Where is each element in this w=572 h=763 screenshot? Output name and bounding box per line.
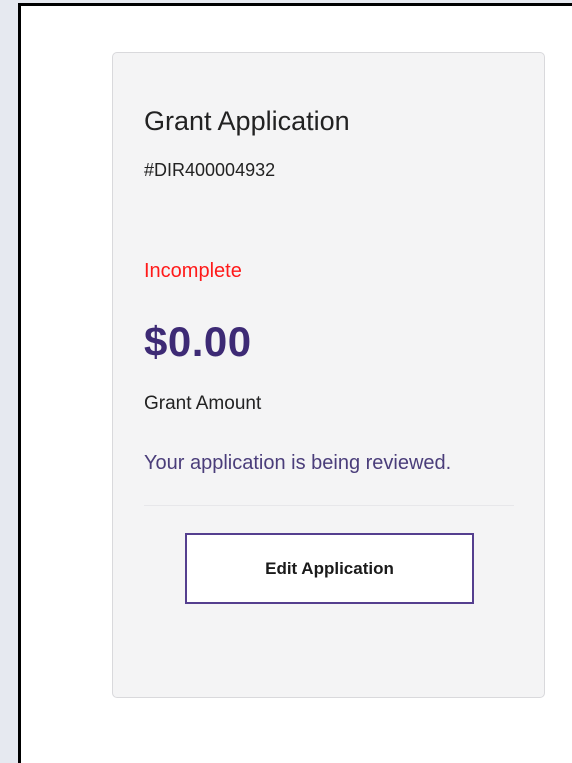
review-status-message: Your application is being reviewed. [144,452,452,474]
status-label: Incomplete [144,260,242,282]
content-frame: Grant Application #DIR400004932 Incomple… [18,3,572,763]
application-id: #DIR400004932 [144,160,276,180]
edit-application-button[interactable]: Edit Application [185,533,474,604]
divider [144,505,514,506]
grant-amount-value: $0.00 [144,318,252,365]
card-title: Grant Application [144,106,350,136]
grant-application-card: Grant Application #DIR400004932 Incomple… [112,52,545,698]
grant-amount-label: Grant Amount [144,393,262,414]
